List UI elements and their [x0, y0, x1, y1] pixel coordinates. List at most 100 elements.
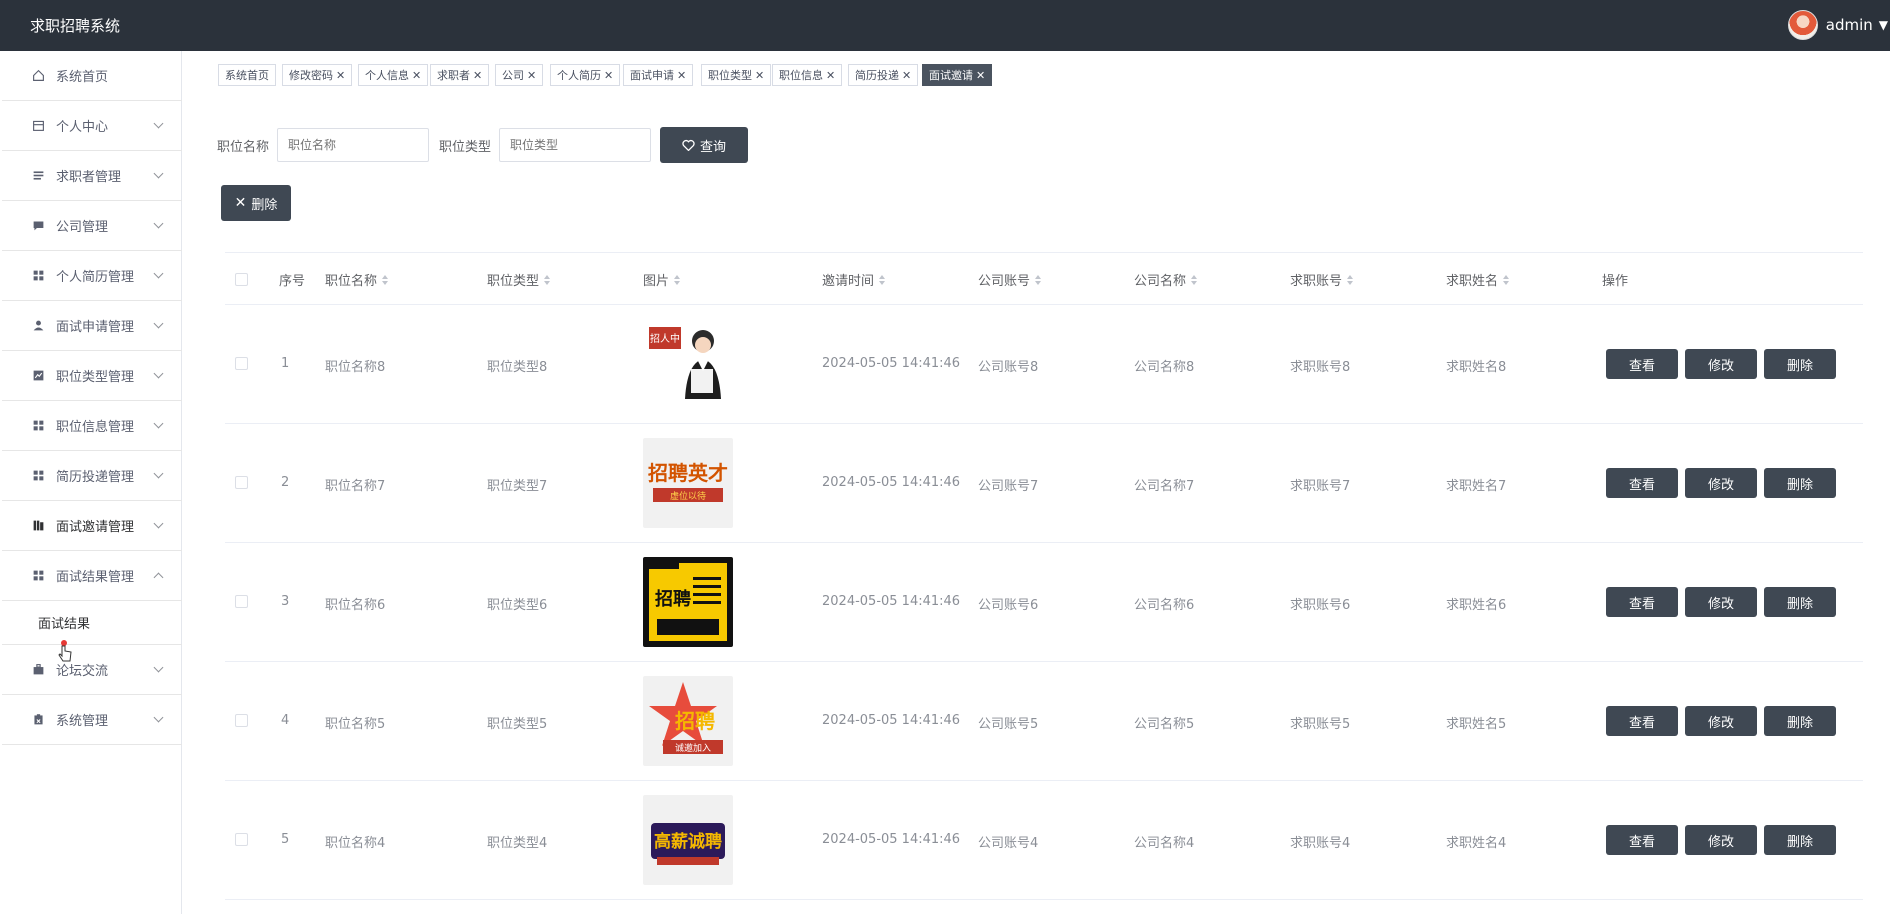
table-row[interactable]: 3 职位名称6 职位类型6 2024-05-05 14:41:46 公司账号6 公司名称6… [225, 543, 1863, 662]
tab-label: 简历投递 [855, 69, 899, 82]
sidebar-item-5[interactable]: 个人简历管理 [2, 251, 182, 301]
delete-button[interactable]: 删除 [1764, 349, 1836, 379]
avatar[interactable] [1787, 10, 1818, 40]
delete-button[interactable]: 删除 [1764, 587, 1836, 617]
sidebar-item-13[interactable]: 系统管理 [2, 695, 182, 745]
sidebar-item-9[interactable]: 简历投递管理 [2, 451, 182, 501]
caret-down-icon[interactable]: ▼ [1879, 18, 1888, 32]
cell-position-type: 职位类型4 [487, 836, 548, 851]
th-seeker-account[interactable]: 求职账号 [1290, 270, 1354, 289]
view-button[interactable]: 查看 [1606, 587, 1678, 617]
tab-close-icon[interactable]: ✕ [826, 69, 835, 82]
view-button[interactable]: 查看 [1606, 706, 1678, 736]
chevron-down-icon [153, 218, 164, 229]
tab-close-icon[interactable]: ✕ [473, 69, 482, 82]
job-poster-image[interactable]: 招人中 [643, 319, 733, 409]
chart-icon [30, 368, 46, 384]
job-poster-image[interactable]: 招聘 [643, 557, 733, 647]
edit-button[interactable]: 修改 [1685, 825, 1757, 855]
delete-button[interactable]: 删除 [1764, 468, 1836, 498]
tab-1[interactable]: 系统首页 [218, 64, 276, 86]
th-position-type[interactable]: 职位类型 [487, 270, 551, 289]
table-row[interactable]: 4 职位名称5 职位类型5 2024-05-05 14:41:46 公司账号5 公司名称5… [225, 662, 1863, 781]
job-poster-image[interactable]: 招聘英才 虚位以待 [643, 438, 733, 528]
heart-icon [682, 139, 695, 151]
tab-close-icon[interactable]: ✕ [677, 69, 686, 82]
tab-close-icon[interactable]: ✕ [976, 69, 985, 82]
select-all-checkbox[interactable] [235, 273, 248, 286]
username[interactable]: admin [1826, 16, 1873, 34]
tab-10[interactable]: 简历投递 ✕ [848, 64, 919, 86]
query-button-label: 查询 [700, 139, 727, 155]
tab-2[interactable]: 修改密码 ✕ [282, 64, 353, 86]
bulk-delete-button[interactable]: ✕ 删除 [221, 185, 291, 221]
th-company-name[interactable]: 公司名称 [1134, 270, 1198, 289]
sidebar-item-8[interactable]: 职位信息管理 [2, 401, 182, 451]
row-checkbox[interactable] [235, 476, 248, 489]
tab-9[interactable]: 职位信息 ✕ [772, 64, 843, 86]
tab-label: 修改密码 [289, 69, 333, 82]
sidebar-item-6[interactable]: 面试申请管理 [2, 301, 182, 351]
th-position-name[interactable]: 职位名称 [325, 270, 389, 289]
query-button[interactable]: 查询 [660, 127, 749, 163]
tab-4[interactable]: 求职者 ✕ [430, 64, 490, 86]
tab-8[interactable]: 职位类型 ✕ [701, 64, 772, 86]
tab-6[interactable]: 个人简历 ✕ [550, 64, 621, 86]
tab-11[interactable]: 面试邀请 ✕ [922, 64, 993, 86]
cell-invite-time: 2024-05-05 14:41:46 [822, 356, 961, 371]
sidebar-item-2[interactable]: 个人中心 [2, 101, 182, 151]
table-row[interactable]: 1 职位名称8 职位类型8 2024-05-05 14:41:46 公司账号8 公司名称8… [225, 305, 1863, 424]
cell-seeker-account: 求职账号8 [1290, 360, 1351, 375]
th-image[interactable]: 图片 [643, 270, 681, 289]
delete-button[interactable]: 删除 [1764, 825, 1836, 855]
edit-button[interactable]: 修改 [1685, 706, 1757, 736]
tab-3[interactable]: 个人信息 ✕ [358, 64, 429, 86]
sidebar-item-11[interactable]: 面试结果管理 [2, 551, 182, 601]
row-checkbox[interactable] [235, 833, 248, 846]
sidebar-item-4[interactable]: 公司管理 [2, 201, 182, 251]
tab-close-icon[interactable]: ✕ [755, 69, 764, 82]
edit-button[interactable]: 修改 [1685, 587, 1757, 617]
tab-close-icon[interactable]: ✕ [527, 69, 536, 82]
tab-close-icon[interactable]: ✕ [604, 69, 613, 82]
th-company-account[interactable]: 公司账号 [978, 270, 1042, 289]
sidebar-item-12[interactable]: 论坛交流 [2, 645, 182, 695]
sidebar-item-1[interactable]: 系统首页 [2, 51, 182, 101]
job-poster-image[interactable]: 招聘 诚邀加入 [643, 676, 733, 766]
tab-label: 公司 [502, 69, 524, 82]
submenu-item-interview-result[interactable]: 面试结果 [2, 601, 182, 645]
row-checkbox[interactable] [235, 714, 248, 727]
position-type-input[interactable] [499, 128, 652, 162]
row-checkbox[interactable] [235, 357, 248, 370]
cell-company-account: 公司账号7 [978, 479, 1039, 494]
view-button[interactable]: 查看 [1606, 349, 1678, 379]
position-type-label: 职位类型 [439, 139, 492, 155]
view-button[interactable]: 查看 [1606, 468, 1678, 498]
tab-label: 求职者 [437, 69, 470, 82]
sidebar-item-3[interactable]: 求职者管理 [2, 151, 182, 201]
th-invite-time[interactable]: 邀请时间 [822, 270, 886, 289]
table-row[interactable]: 2 职位名称7 职位类型7 2024-05-05 14:41:46 公司账号7 公司名称7… [225, 424, 1863, 543]
cell-invite-time: 2024-05-05 14:41:46 [822, 713, 961, 728]
delete-button[interactable]: 删除 [1764, 706, 1836, 736]
tab-5[interactable]: 公司 ✕ [495, 64, 544, 86]
table-row[interactable]: 5 职位名称4 职位类型4 2024-05-05 14:41:46 公司账号4 公司名称4… [225, 781, 1863, 900]
tab-7[interactable]: 面试申请 ✕ [623, 64, 694, 86]
position-name-input[interactable] [277, 128, 430, 162]
tab-close-icon[interactable]: ✕ [336, 69, 345, 82]
chevron-down-icon [153, 662, 164, 673]
edit-button[interactable]: 修改 [1685, 468, 1757, 498]
job-poster-image[interactable]: 高薪诚聘 [643, 795, 733, 885]
view-button[interactable]: 查看 [1606, 825, 1678, 855]
home-icon [30, 68, 46, 84]
tab-close-icon[interactable]: ✕ [902, 69, 911, 82]
sidebar-item-10[interactable]: 面试邀请管理 [2, 501, 182, 551]
sidebar-item-7[interactable]: 职位类型管理 [2, 351, 182, 401]
th-seeker-name[interactable]: 求职姓名 [1446, 270, 1510, 289]
cell-invite-time: 2024-05-05 14:41:46 [822, 594, 961, 609]
edit-button[interactable]: 修改 [1685, 349, 1757, 379]
cell-invite-time: 2024-05-05 14:41:46 [822, 832, 961, 847]
row-checkbox[interactable] [235, 595, 248, 608]
user-menu[interactable]: admin ▼ [1787, 10, 1890, 40]
tab-close-icon[interactable]: ✕ [412, 69, 421, 82]
